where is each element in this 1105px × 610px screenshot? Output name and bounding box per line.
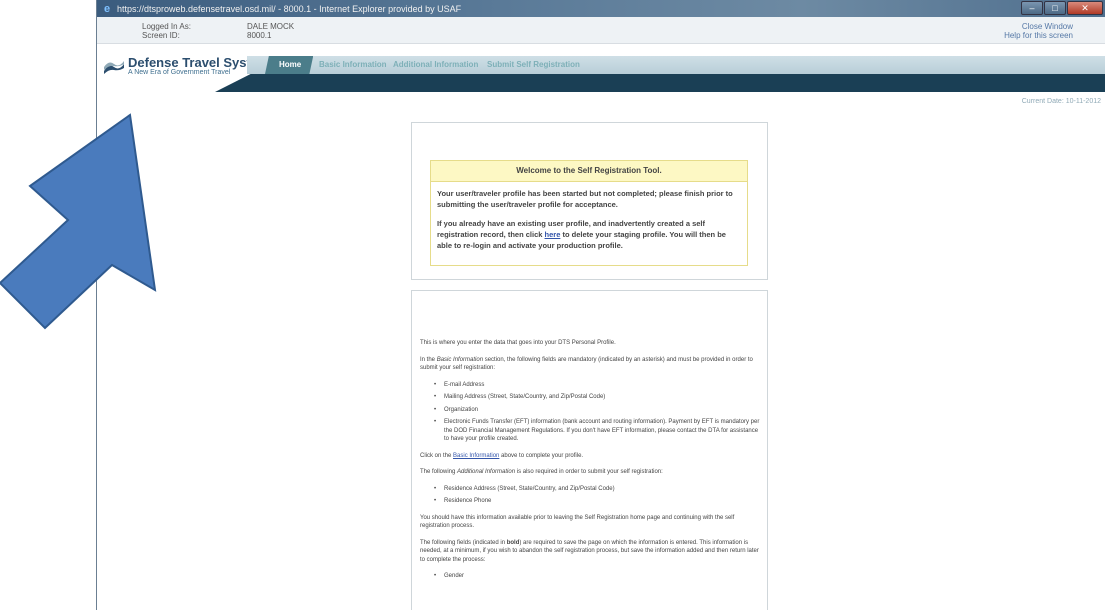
basic-information-link[interactable]: Basic Information	[453, 453, 499, 459]
logged-in-label: Logged In As:	[142, 22, 191, 31]
text: The following fields (indicated in	[420, 539, 507, 546]
text: Click on the	[420, 452, 454, 459]
welcome-paragraph-1: Your user/traveler profile has been star…	[437, 189, 733, 209]
window-controls: – □ ✕	[1020, 1, 1103, 15]
text: above to complete your profile.	[499, 452, 584, 459]
welcome-panel: Welcome to the Self Registration Tool. Y…	[411, 122, 768, 280]
delete-staging-profile-link[interactable]: here	[545, 230, 561, 239]
screen-id-value: 8000.1	[247, 31, 272, 40]
list-item: Electronic Funds Transfer (EFT) informat…	[434, 418, 760, 444]
tab-submit-self-registration[interactable]: Submit Self Registration	[487, 56, 580, 74]
tab-basic-information[interactable]: Basic Information	[319, 56, 387, 74]
current-date: Current Date: 10-11-2012	[1021, 98, 1101, 105]
text: Basic Information	[436, 356, 484, 363]
instructions-paragraph: The following Additional Information is …	[420, 468, 760, 477]
logged-in-value: DALE MOCK	[247, 22, 295, 31]
welcome-title: Welcome to the Self Registration Tool.	[430, 160, 748, 182]
tab-additional-information[interactable]: Additional Information	[393, 56, 478, 74]
welcome-body: Your user/traveler profile has been star…	[430, 182, 748, 266]
close-window-link[interactable]: Close Window	[1004, 22, 1073, 31]
window-title: https://dtsproweb.defensetravel.osd.mil/…	[117, 3, 462, 14]
welcome-paragraph-2: If you already have an existing user pro…	[437, 218, 741, 251]
text: is also required in order to submit your…	[515, 469, 663, 475]
dts-logo: Defense Travel System A New Era of Gover…	[103, 56, 270, 77]
additional-fields-list: Residence Address (Street, State/Country…	[434, 485, 760, 506]
text: bold	[506, 539, 520, 546]
save-fields-list: Gender	[434, 572, 760, 581]
nav-underbar	[215, 74, 1105, 92]
instructions-paragraph: This is where you enter the data that go…	[420, 340, 616, 346]
tab-home[interactable]: Home	[265, 56, 314, 74]
mandatory-fields-list: E-mail Address Mailing Address (Street, …	[434, 381, 760, 444]
text: The following	[420, 469, 458, 475]
list-item: Residence Phone	[434, 497, 760, 506]
screen-id-label: Screen ID:	[142, 31, 180, 40]
text: Additional Information	[457, 469, 516, 475]
list-item: E-mail Address	[434, 381, 760, 390]
instructions-paragraph: In the Basic Information section, the fo…	[420, 356, 760, 373]
close-button[interactable]: ✕	[1067, 1, 1103, 15]
browser-window: e https://dtsproweb.defensetravel.osd.mi…	[96, 0, 1105, 610]
flag-emblem-icon	[104, 60, 124, 74]
instructions-paragraph: You should have this information availab…	[420, 514, 735, 530]
list-item: Gender	[434, 572, 760, 581]
internet-explorer-icon: e	[103, 2, 111, 15]
text: In the	[420, 356, 437, 363]
main-nav: Home Basic Information Additional Inform…	[247, 56, 1105, 74]
maximize-button[interactable]: □	[1044, 1, 1066, 15]
instructions-panel: This is where you enter the data that go…	[411, 290, 768, 610]
instructions-body: This is where you enter the data that go…	[420, 339, 760, 589]
list-item: Organization	[434, 406, 760, 415]
utility-links: Close Window Help for this screen	[1004, 22, 1073, 40]
help-link[interactable]: Help for this screen	[1004, 31, 1073, 40]
pointer-arrow-icon	[0, 113, 157, 330]
login-info-strip: Logged In As: DALE MOCK Screen ID: 8000.…	[97, 17, 1105, 44]
minimize-button[interactable]: –	[1021, 1, 1043, 15]
instructions-paragraph: The following fields (indicated in bold)…	[420, 539, 760, 565]
instructions-paragraph: Click on the Basic Information above to …	[420, 452, 760, 461]
list-item: Residence Address (Street, State/Country…	[434, 485, 760, 494]
site-header: Defense Travel System A New Era of Gover…	[97, 45, 1105, 105]
list-item: Mailing Address (Street, State/Country, …	[434, 393, 760, 402]
title-bar: e https://dtsproweb.defensetravel.osd.mi…	[97, 0, 1105, 17]
